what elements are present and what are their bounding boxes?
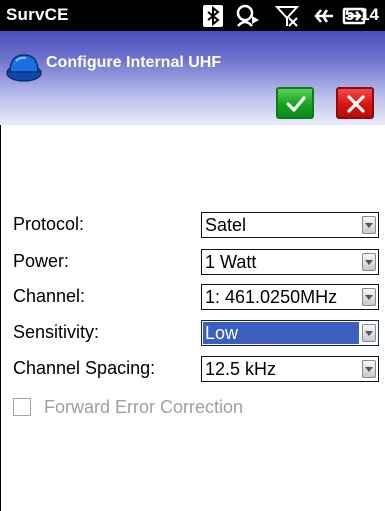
sensitivity-dropdown[interactable]: Low [201,320,379,346]
power-label: Power: [13,251,70,271]
x-icon [347,95,365,113]
bluetooth-icon[interactable] [202,4,224,28]
confirm-button[interactable] [276,87,314,119]
chevron-down-icon[interactable] [362,360,376,378]
chevron-down-icon[interactable] [362,288,376,306]
channel-spacing-value: 12.5 kHz [205,359,277,379]
power-value: 1 Watt [205,252,257,272]
protocol-dropdown[interactable]: Satel [201,212,379,238]
chevron-down-icon[interactable] [362,216,376,234]
channel-value: 1: 461.0250MHz [205,287,338,307]
protocol-value: Satel [205,215,247,235]
forward-error-correction-label: Forward Error Correction [44,397,244,417]
channel-spacing-dropdown[interactable]: 12.5 kHz [201,356,379,382]
power-dropdown[interactable]: 1 Watt [201,249,379,275]
channel-dropdown[interactable]: 1: 461.0250MHz [201,284,379,310]
sensitivity-label: Sensitivity: [13,322,100,342]
sensitivity-value: Low [203,322,359,344]
dialog-title-bar: Configure Internal UHF [0,31,385,125]
cancel-button[interactable] [336,87,374,119]
dialog-title: Configure Internal UHF [46,54,222,71]
sync-status-icon[interactable] [235,4,261,28]
clock[interactable]: 5:14 [345,5,379,25]
chevron-down-icon[interactable] [362,324,376,342]
forward-error-correction-checkbox[interactable] [13,398,31,416]
app-name[interactable]: SurvCE [6,5,69,25]
status-bar: SurvCE 5:14 [0,0,385,31]
no-signal-icon[interactable] [275,4,299,28]
channel-label: Channel: [13,286,86,306]
app-logo-icon [6,54,42,82]
checkmark-icon [286,96,306,112]
protocol-label: Protocol: [13,214,85,234]
chevron-down-icon[interactable] [362,253,376,271]
speaker-icon[interactable] [313,4,335,28]
form-panel: Protocol: Satel Power: 1 Watt Channel: 1… [0,125,385,511]
channel-spacing-label: Channel Spacing: [13,358,156,378]
